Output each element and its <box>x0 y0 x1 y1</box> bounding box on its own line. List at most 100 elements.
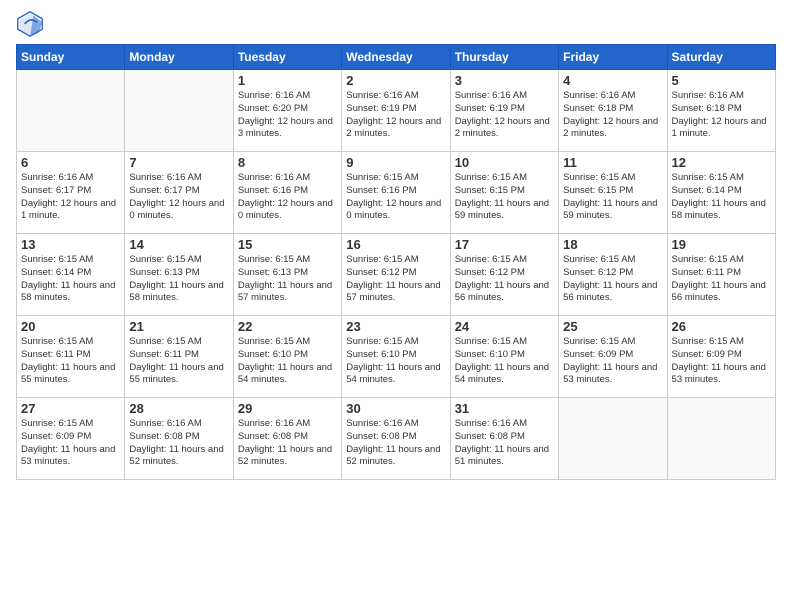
day-info: Sunrise: 6:16 AM Sunset: 6:17 PM Dayligh… <box>21 172 120 223</box>
day-info: Sunrise: 6:15 AM Sunset: 6:12 PM Dayligh… <box>563 254 662 305</box>
day-number: 12 <box>672 155 771 170</box>
calendar-cell: 4 Sunrise: 6:16 AM Sunset: 6:18 PM Daylig… <box>559 70 667 152</box>
calendar-cell <box>667 398 775 480</box>
day-info: Sunrise: 6:16 AM Sunset: 6:08 PM Dayligh… <box>238 418 337 469</box>
day-info: Sunrise: 6:16 AM Sunset: 6:08 PM Dayligh… <box>346 418 445 469</box>
day-info: Sunrise: 6:16 AM Sunset: 6:16 PM Dayligh… <box>238 172 337 223</box>
calendar-cell: 5 Sunrise: 6:16 AM Sunset: 6:18 PM Daylig… <box>667 70 775 152</box>
day-number: 11 <box>563 155 662 170</box>
calendar-cell: 24 Sunrise: 6:15 AM Sunset: 6:10 PM Dayli… <box>450 316 558 398</box>
calendar-cell: 22 Sunrise: 6:15 AM Sunset: 6:10 PM Dayli… <box>233 316 341 398</box>
day-info: Sunrise: 6:15 AM Sunset: 6:09 PM Dayligh… <box>21 418 120 469</box>
calendar-cell: 30 Sunrise: 6:16 AM Sunset: 6:08 PM Dayli… <box>342 398 450 480</box>
day-number: 9 <box>346 155 445 170</box>
day-info: Sunrise: 6:15 AM Sunset: 6:14 PM Dayligh… <box>21 254 120 305</box>
day-number: 3 <box>455 73 554 88</box>
calendar-cell: 19 Sunrise: 6:15 AM Sunset: 6:11 PM Dayli… <box>667 234 775 316</box>
day-info: Sunrise: 6:16 AM Sunset: 6:18 PM Dayligh… <box>563 90 662 141</box>
header <box>16 10 776 38</box>
day-info: Sunrise: 6:15 AM Sunset: 6:10 PM Dayligh… <box>346 336 445 387</box>
day-info: Sunrise: 6:15 AM Sunset: 6:10 PM Dayligh… <box>455 336 554 387</box>
calendar-cell: 29 Sunrise: 6:16 AM Sunset: 6:08 PM Dayli… <box>233 398 341 480</box>
weekday-header-friday: Friday <box>559 45 667 70</box>
logo-area <box>16 10 46 38</box>
calendar-cell: 8 Sunrise: 6:16 AM Sunset: 6:16 PM Daylig… <box>233 152 341 234</box>
day-number: 8 <box>238 155 337 170</box>
day-number: 7 <box>129 155 228 170</box>
calendar-cell: 27 Sunrise: 6:15 AM Sunset: 6:09 PM Dayli… <box>17 398 125 480</box>
day-info: Sunrise: 6:16 AM Sunset: 6:20 PM Dayligh… <box>238 90 337 141</box>
calendar-cell: 7 Sunrise: 6:16 AM Sunset: 6:17 PM Daylig… <box>125 152 233 234</box>
calendar: SundayMondayTuesdayWednesdayThursdayFrid… <box>16 44 776 480</box>
day-info: Sunrise: 6:16 AM Sunset: 6:17 PM Dayligh… <box>129 172 228 223</box>
day-info: Sunrise: 6:15 AM Sunset: 6:13 PM Dayligh… <box>238 254 337 305</box>
calendar-cell: 12Sunrise: 6:15 AM Sunset: 6:14 PM Dayli… <box>667 152 775 234</box>
day-number: 28 <box>129 401 228 416</box>
calendar-cell: 3Sunrise: 6:16 AM Sunset: 6:19 PM Daylig… <box>450 70 558 152</box>
calendar-cell: 9 Sunrise: 6:15 AM Sunset: 6:16 PM Daylig… <box>342 152 450 234</box>
day-info: Sunrise: 6:15 AM Sunset: 6:11 PM Dayligh… <box>129 336 228 387</box>
weekday-header-saturday: Saturday <box>667 45 775 70</box>
day-info: Sunrise: 6:16 AM Sunset: 6:18 PM Dayligh… <box>672 90 771 141</box>
week-row-4: 20Sunrise: 6:15 AM Sunset: 6:11 PM Dayli… <box>17 316 776 398</box>
week-row-5: 27 Sunrise: 6:15 AM Sunset: 6:09 PM Dayli… <box>17 398 776 480</box>
calendar-cell: 15 Sunrise: 6:15 AM Sunset: 6:13 PM Dayli… <box>233 234 341 316</box>
day-info: Sunrise: 6:15 AM Sunset: 6:10 PM Dayligh… <box>238 336 337 387</box>
day-number: 1 <box>238 73 337 88</box>
day-info: Sunrise: 6:15 AM Sunset: 6:15 PM Dayligh… <box>455 172 554 223</box>
day-number: 19 <box>672 237 771 252</box>
day-info: Sunrise: 6:15 AM Sunset: 6:16 PM Dayligh… <box>346 172 445 223</box>
calendar-cell: 16Sunrise: 6:15 AM Sunset: 6:12 PM Dayli… <box>342 234 450 316</box>
day-info: Sunrise: 6:15 AM Sunset: 6:11 PM Dayligh… <box>672 254 771 305</box>
calendar-cell <box>125 70 233 152</box>
weekday-header-monday: Monday <box>125 45 233 70</box>
day-info: Sunrise: 6:15 AM Sunset: 6:15 PM Dayligh… <box>563 172 662 223</box>
calendar-cell: 23 Sunrise: 6:15 AM Sunset: 6:10 PM Dayli… <box>342 316 450 398</box>
calendar-cell <box>559 398 667 480</box>
day-number: 22 <box>238 319 337 334</box>
day-info: Sunrise: 6:15 AM Sunset: 6:09 PM Dayligh… <box>563 336 662 387</box>
calendar-cell: 26Sunrise: 6:15 AM Sunset: 6:09 PM Dayli… <box>667 316 775 398</box>
calendar-cell: 1 Sunrise: 6:16 AM Sunset: 6:20 PM Daylig… <box>233 70 341 152</box>
day-number: 15 <box>238 237 337 252</box>
day-number: 24 <box>455 319 554 334</box>
page: SundayMondayTuesdayWednesdayThursdayFrid… <box>0 0 792 612</box>
day-number: 4 <box>563 73 662 88</box>
logo-icon <box>16 10 44 38</box>
day-number: 29 <box>238 401 337 416</box>
calendar-cell: 13Sunrise: 6:15 AM Sunset: 6:14 PM Dayli… <box>17 234 125 316</box>
day-number: 6 <box>21 155 120 170</box>
calendar-cell: 10 Sunrise: 6:15 AM Sunset: 6:15 PM Dayli… <box>450 152 558 234</box>
weekday-header-thursday: Thursday <box>450 45 558 70</box>
calendar-cell: 20Sunrise: 6:15 AM Sunset: 6:11 PM Dayli… <box>17 316 125 398</box>
week-row-1: 1 Sunrise: 6:16 AM Sunset: 6:20 PM Daylig… <box>17 70 776 152</box>
day-info: Sunrise: 6:15 AM Sunset: 6:12 PM Dayligh… <box>455 254 554 305</box>
calendar-cell: 31Sunrise: 6:16 AM Sunset: 6:08 PM Dayli… <box>450 398 558 480</box>
day-info: Sunrise: 6:16 AM Sunset: 6:08 PM Dayligh… <box>129 418 228 469</box>
day-number: 5 <box>672 73 771 88</box>
calendar-cell: 17 Sunrise: 6:15 AM Sunset: 6:12 PM Dayli… <box>450 234 558 316</box>
calendar-cell: 18Sunrise: 6:15 AM Sunset: 6:12 PM Dayli… <box>559 234 667 316</box>
weekday-header-row: SundayMondayTuesdayWednesdayThursdayFrid… <box>17 45 776 70</box>
day-number: 26 <box>672 319 771 334</box>
week-row-2: 6 Sunrise: 6:16 AM Sunset: 6:17 PM Daylig… <box>17 152 776 234</box>
day-info: Sunrise: 6:15 AM Sunset: 6:13 PM Dayligh… <box>129 254 228 305</box>
day-number: 14 <box>129 237 228 252</box>
day-number: 27 <box>21 401 120 416</box>
day-number: 31 <box>455 401 554 416</box>
day-info: Sunrise: 6:15 AM Sunset: 6:11 PM Dayligh… <box>21 336 120 387</box>
calendar-cell: 6 Sunrise: 6:16 AM Sunset: 6:17 PM Daylig… <box>17 152 125 234</box>
day-number: 17 <box>455 237 554 252</box>
day-number: 16 <box>346 237 445 252</box>
calendar-cell: 14 Sunrise: 6:15 AM Sunset: 6:13 PM Dayli… <box>125 234 233 316</box>
day-number: 10 <box>455 155 554 170</box>
weekday-header-tuesday: Tuesday <box>233 45 341 70</box>
calendar-cell: 11 Sunrise: 6:15 AM Sunset: 6:15 PM Dayli… <box>559 152 667 234</box>
weekday-header-wednesday: Wednesday <box>342 45 450 70</box>
day-number: 2 <box>346 73 445 88</box>
day-number: 23 <box>346 319 445 334</box>
calendar-cell <box>17 70 125 152</box>
day-number: 21 <box>129 319 228 334</box>
day-number: 30 <box>346 401 445 416</box>
weekday-header-sunday: Sunday <box>17 45 125 70</box>
